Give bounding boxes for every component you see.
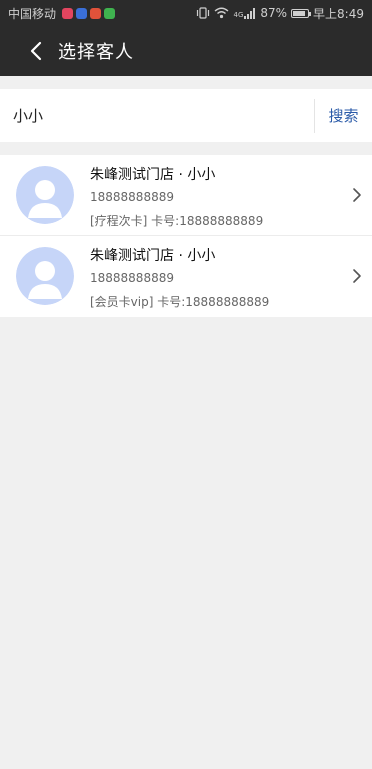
back-button[interactable] (14, 26, 58, 76)
avatar (16, 166, 74, 224)
customer-list: 朱峰测试门店 · 小小 18888888889 [疗程次卡] 卡号:188888… (0, 155, 372, 317)
customer-row[interactable]: 朱峰测试门店 · 小小 18888888889 [会员卡vip] 卡号:1888… (0, 236, 372, 317)
customer-name: 朱峰测试门店 · 小小 (90, 167, 216, 183)
clock-label: 早上8:49 (313, 6, 364, 21)
chevron-right-icon (353, 188, 361, 202)
customer-name: 朱峰测试门店 · 小小 (90, 248, 216, 264)
status-left: 中国移动 (8, 5, 116, 22)
network-type-label: 4G (233, 10, 244, 19)
chevron-right-icon (353, 269, 361, 283)
wifi-icon (215, 7, 229, 19)
status-bar: 中国移动 4G 87% 早上8:49 (0, 0, 372, 26)
customer-phone: 18888888889 (90, 190, 174, 204)
user-avatar-icon (16, 166, 74, 224)
vibrate-icon (197, 7, 210, 19)
customer-card-info: [疗程次卡] 卡号:18888888889 (90, 214, 264, 228)
search-bar: 搜索 (0, 89, 372, 142)
app-notification-icon (90, 7, 102, 19)
status-right: 4G 87% 早上8:49 (196, 5, 364, 22)
app-notification-icon (62, 7, 74, 19)
app-notification-icon (76, 7, 88, 19)
battery-fill (293, 10, 306, 16)
customer-card-info: [会员卡vip] 卡号:18888888889 (90, 295, 270, 309)
battery-icon (291, 8, 312, 18)
user-avatar-icon (16, 247, 74, 305)
search-input[interactable] (0, 89, 314, 142)
carrier-label: 中国移动 (8, 6, 57, 21)
battery-percent-label: 87% (260, 6, 288, 20)
customer-row[interactable]: 朱峰测试门店 · 小小 18888888889 [疗程次卡] 卡号:188888… (0, 155, 372, 236)
signal-icon (244, 7, 256, 19)
chevron-left-icon (30, 41, 42, 61)
avatar (16, 247, 74, 305)
search-button[interactable]: 搜索 (315, 105, 372, 126)
customer-phone: 18888888889 (90, 271, 174, 285)
page-title: 选择客人 (58, 42, 134, 63)
wechat-icon (104, 7, 116, 19)
header-bar: 选择客人 (0, 26, 372, 76)
